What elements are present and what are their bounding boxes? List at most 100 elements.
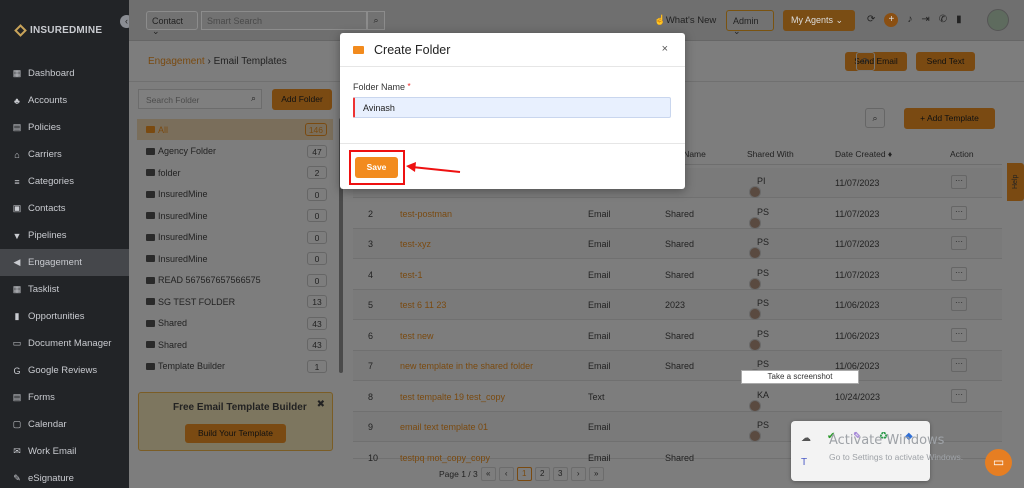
folder-item[interactable]: Shared 43 xyxy=(137,334,333,355)
bell-icon[interactable]: ♪ xyxy=(907,14,912,27)
folder-item[interactable]: Agency Folder 47 xyxy=(137,141,333,162)
table-row[interactable]: 3 test-xyz Email Shared 11/07/2023 PS ··· xyxy=(353,229,1002,259)
sidebar-item-calendar[interactable]: ▢ Calendar xyxy=(0,411,129,438)
close-icon[interactable]: ✖ xyxy=(317,399,325,410)
folder-item[interactable]: Template Builder 1 xyxy=(137,356,333,377)
teams-icon[interactable]: T xyxy=(801,457,807,468)
folder-search-input[interactable]: Search Folder ⌕ xyxy=(138,89,262,109)
row-action-menu-icon[interactable]: ··· xyxy=(951,297,967,311)
my-agents-button[interactable]: My Agents ⌄ xyxy=(783,10,855,31)
row-action-menu-icon[interactable]: ··· xyxy=(951,205,967,220)
sidebar-item-engagement[interactable]: ◀ Engagement xyxy=(0,249,129,276)
shared-with-avatars[interactable]: PS xyxy=(749,237,769,259)
first-page-button[interactable]: « xyxy=(480,467,496,481)
refresh-icon[interactable]: ⟳ xyxy=(856,52,875,71)
login-icon[interactable]: ⇥ xyxy=(921,14,929,27)
sync-icon[interactable]: ⟳ xyxy=(867,14,875,27)
contact-select[interactable]: Contact ⌄ xyxy=(146,11,198,36)
sidebar-item-forms[interactable]: ▤ Forms xyxy=(0,384,129,411)
add-template-button[interactable]: + Add Template xyxy=(904,108,995,129)
smart-search-input[interactable]: Smart Search xyxy=(201,11,367,30)
template-name[interactable]: new template in the shared folder xyxy=(400,361,533,371)
plus-icon[interactable]: + xyxy=(884,13,899,27)
sidebar-item-accounts[interactable]: ♣ Accounts xyxy=(0,87,129,114)
shared-with-avatars[interactable]: PS xyxy=(749,207,769,229)
page-1-button[interactable]: 1 xyxy=(516,467,532,481)
row-action-menu-icon[interactable]: ··· xyxy=(951,358,967,372)
add-folder-button[interactable]: Add Folder xyxy=(272,89,332,110)
sidebar-item-categories[interactable]: ≡ Categories xyxy=(0,168,129,195)
row-action-menu-icon[interactable]: ··· xyxy=(951,266,967,281)
sidebar-item-opportunities[interactable]: ▮ Opportunities xyxy=(0,303,129,330)
template-name[interactable]: test tempalte 19 test_copy xyxy=(400,392,505,402)
build-template-button[interactable]: Build Your Template xyxy=(185,424,286,443)
save-button[interactable]: Save xyxy=(355,157,398,178)
row-action-menu-icon[interactable]: ··· xyxy=(951,327,967,342)
template-name[interactable]: test-xyz xyxy=(400,239,431,249)
row-action-menu-icon[interactable]: ··· xyxy=(951,175,967,189)
shared-with-avatars[interactable]: PS xyxy=(749,298,769,320)
send-text-button[interactable]: Send Text xyxy=(916,52,975,71)
whats-new-link[interactable]: ☝What's New xyxy=(654,15,716,26)
shared-with-avatars[interactable]: KA xyxy=(749,390,769,412)
folder-item[interactable]: InsuredMine 0 xyxy=(137,205,333,226)
template-search-icon[interactable]: ⌕ xyxy=(865,108,885,128)
breadcrumb-engagement[interactable]: Engagement xyxy=(148,56,205,67)
close-icon[interactable]: × xyxy=(662,43,668,55)
help-tab[interactable]: Help xyxy=(1007,163,1024,201)
chat-icon[interactable]: ▭ xyxy=(985,449,1012,476)
prev-page-button[interactable]: ‹ xyxy=(498,467,514,481)
template-name[interactable]: test 6 11 23 xyxy=(400,300,446,310)
sidebar-item-contacts[interactable]: ▣ Contacts xyxy=(0,195,129,222)
send-email-button[interactable]: Send Email xyxy=(845,52,907,71)
table-row[interactable]: 4 test-1 Email Shared 11/07/2023 PS ··· xyxy=(353,260,1002,290)
sidebar-item-policies[interactable]: ▤ Policies xyxy=(0,114,129,141)
folder-item[interactable]: All 146 xyxy=(137,119,333,140)
template-name[interactable]: testpq mot_copy_copy xyxy=(400,453,490,463)
template-name[interactable]: test-1 xyxy=(400,270,423,280)
row-action-menu-icon[interactable]: ··· xyxy=(951,388,967,403)
admin-select[interactable]: Admin ⌄ xyxy=(726,10,774,36)
folder-item[interactable]: READ 567567657566575 0 xyxy=(137,270,333,291)
sidebar-item-tasklist[interactable]: ▦ Tasklist xyxy=(0,276,129,303)
col-shared-with[interactable]: Shared With xyxy=(747,149,794,159)
col-date-created[interactable]: Date Created ♦ xyxy=(835,149,892,159)
shared-with-avatars[interactable]: PI xyxy=(749,176,766,198)
folder-item[interactable]: InsuredMine 0 xyxy=(137,184,333,205)
shared-with-avatars[interactable]: PS xyxy=(749,268,769,290)
calendar-icon[interactable]: ▮ xyxy=(956,14,962,27)
sidebar-item-pipelines[interactable]: ▼ Pipelines xyxy=(0,222,129,249)
next-page-button[interactable]: › xyxy=(570,467,586,481)
folder-name-input[interactable]: Avinash xyxy=(353,97,671,118)
search-icon[interactable]: ⌕ xyxy=(367,11,385,30)
template-name[interactable]: email text template 01 xyxy=(400,422,488,432)
sidebar-item-document-manager[interactable]: ▭ Document Manager xyxy=(0,330,129,357)
folder-item[interactable]: InsuredMine 0 xyxy=(137,248,333,269)
template-name[interactable]: test-postman xyxy=(400,209,452,219)
table-row[interactable]: 5 test 6 11 23 Email 2023 11/06/2023 PS ··· xyxy=(353,290,1002,320)
sidebar-item-google-reviews[interactable]: G Google Reviews xyxy=(0,357,129,384)
table-row[interactable]: 2 test-postman Email Shared 11/07/2023 PS ··· xyxy=(353,199,1002,229)
sidebar-item-dashboard[interactable]: ▦ Dashboard xyxy=(0,60,129,87)
app-logo[interactable]: INSUREDMINE xyxy=(0,0,129,60)
page-2-button[interactable]: 2 xyxy=(534,467,550,481)
shared-with-avatars[interactable]: PS xyxy=(749,359,769,381)
last-page-button[interactable]: » xyxy=(588,467,604,481)
cloud-icon[interactable]: ☁ xyxy=(801,433,811,444)
row-action-menu-icon[interactable]: ··· xyxy=(951,236,967,250)
folder-item[interactable]: Shared 43 xyxy=(137,313,333,334)
table-row[interactable]: 8 test tempalte 19 test_copy Text 10/24/202… xyxy=(353,382,1002,412)
phone-icon[interactable]: ✆ xyxy=(939,14,947,27)
template-name[interactable]: test new xyxy=(400,331,434,341)
shared-with-avatars[interactable]: PS xyxy=(749,329,769,351)
sidebar-item-work-email[interactable]: ✉ Work Email xyxy=(0,438,129,465)
folder-item[interactable]: folder 2 xyxy=(137,162,333,183)
shared-with-avatars[interactable]: PS xyxy=(749,420,769,442)
table-row[interactable]: 6 test new Email Shared 11/06/2023 PS ··· xyxy=(353,321,1002,351)
folder-item[interactable]: InsuredMine 0 xyxy=(137,227,333,248)
sidebar-item-esignature[interactable]: ✎ eSignature xyxy=(0,465,129,488)
sidebar-item-carriers[interactable]: ⌂ Carriers xyxy=(0,141,129,168)
table-row[interactable]: 7 new template in the shared folder Email S… xyxy=(353,351,1002,381)
page-3-button[interactable]: 3 xyxy=(552,467,568,481)
folder-item[interactable]: SG TEST FOLDER 13 xyxy=(137,291,333,312)
